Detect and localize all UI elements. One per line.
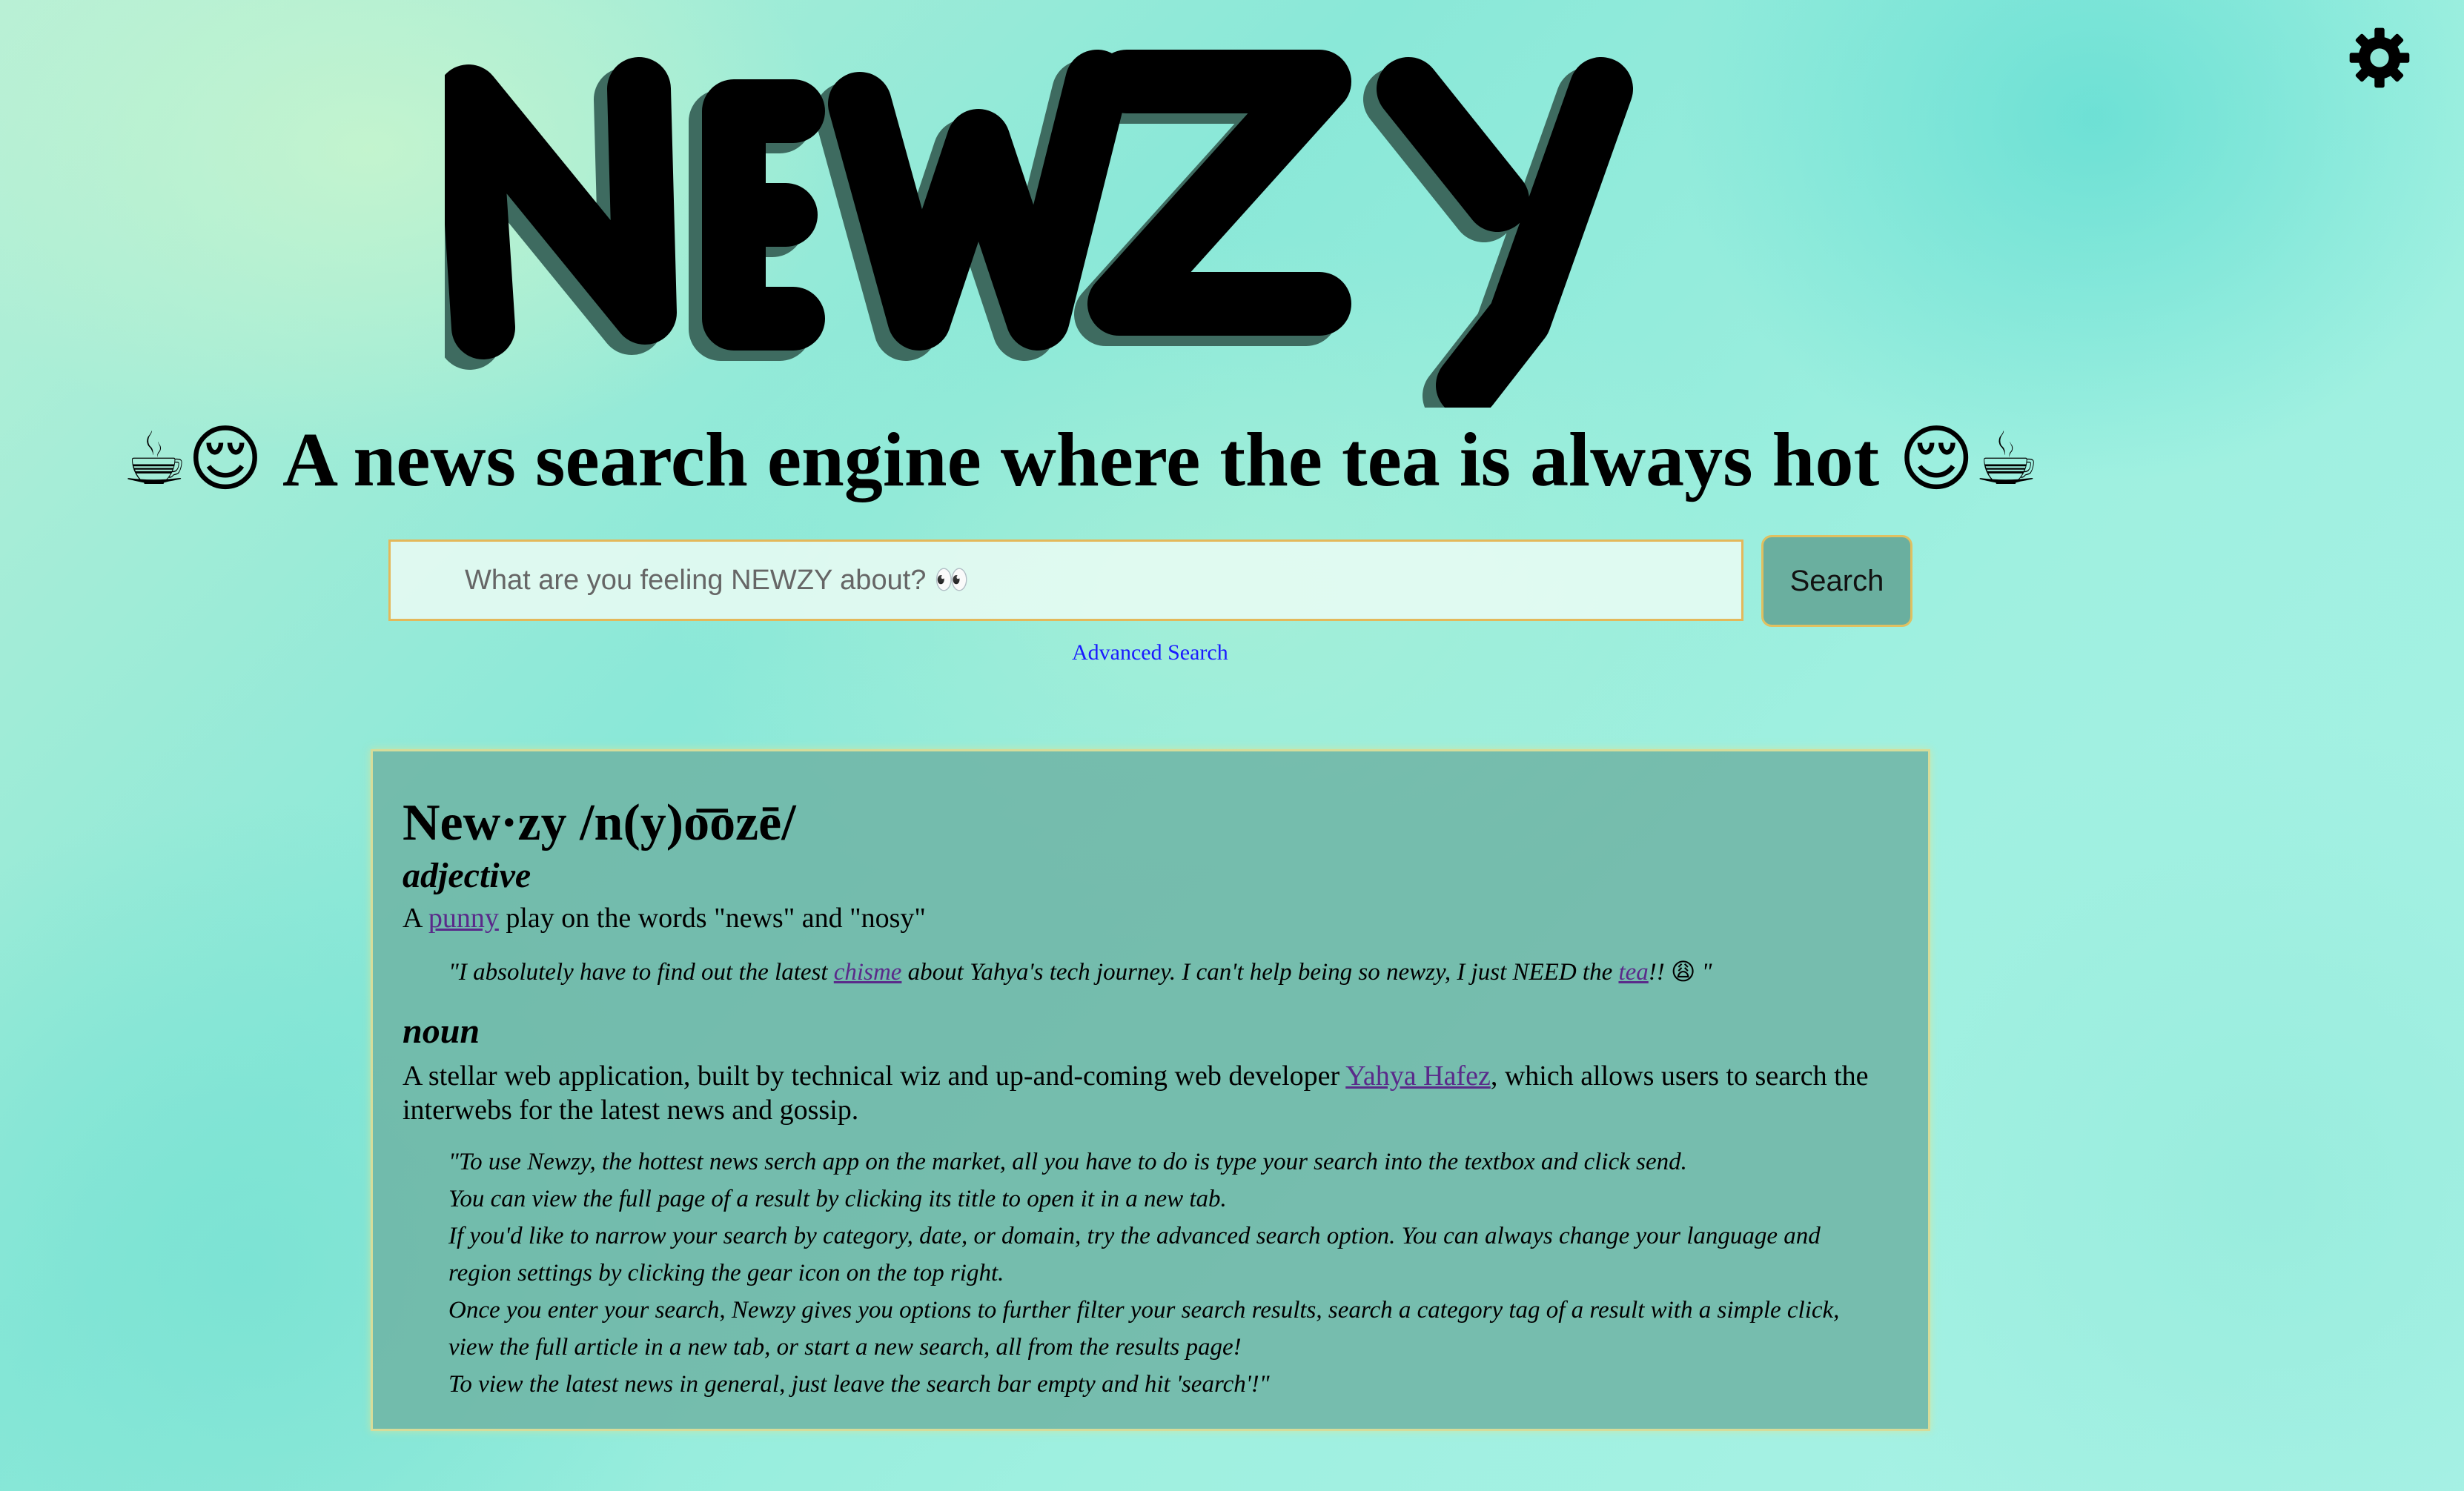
headword: New·zy /n(y)o͞ozē/	[403, 794, 796, 851]
quote-line: If you'd like to narrow your search by c…	[448, 1222, 1821, 1249]
quote-end: "	[1695, 959, 1712, 986]
quote-line: region settings by clicking the gear ico…	[448, 1259, 1004, 1286]
quote-line: "To use Newzy, the hottest news serch ap…	[448, 1148, 1687, 1175]
tagline: ☕😌 A news search engine where the tea is…	[122, 404, 2198, 515]
quote-line: Once you enter your search, Newzy gives …	[448, 1296, 1840, 1324]
adjective-example-quote: "I absolutely have to find out the lates…	[448, 953, 1898, 991]
quote-part-2: about Yahya's tech journey. I can't help…	[901, 959, 1619, 986]
settings-gear-icon[interactable]	[2348, 27, 2411, 89]
yahya-hafez-link[interactable]: Yahya Hafez	[1345, 1060, 1491, 1092]
newzy-logo	[445, 50, 1633, 408]
pos-noun: noun	[403, 1012, 480, 1052]
search-button[interactable]: Search	[1761, 535, 1912, 627]
quote-part-1: "I absolutely have to find out the lates…	[448, 959, 834, 986]
quote-part-3: !!	[1648, 959, 1672, 986]
noun-example-quote: "To use Newzy, the hottest news serch ap…	[448, 1143, 1916, 1403]
pos-adjective: adjective	[403, 856, 531, 895]
advanced-search-link[interactable]: Advanced Search	[1072, 640, 1228, 665]
quote-line: You can view the full page of a result b…	[448, 1185, 1227, 1212]
search-input[interactable]	[388, 539, 1743, 621]
punny-link[interactable]: punny	[428, 903, 499, 934]
definition-card: New·zy /n(y)o͞ozē/ adjective A punny pla…	[371, 749, 1930, 1431]
adjective-def-suffix: play on the words "news" and "nosy"	[498, 902, 926, 934]
noun-definition: A stellar web application, built by tech…	[403, 1059, 1885, 1127]
tea-link[interactable]: tea	[1618, 959, 1648, 986]
tagline-left-emojis: ☕😌	[122, 417, 264, 502]
tagline-right-emojis: 😌☕	[1898, 417, 2040, 502]
quote-line: view the full article in a new tab, or s…	[448, 1333, 1242, 1361]
chisme-link[interactable]: chisme	[834, 959, 902, 986]
adjective-definition: A punny play on the words "news" and "no…	[403, 902, 1898, 936]
quote-line: To view the latest news in general, just…	[448, 1370, 1270, 1398]
tagline-text: A news search engine where the tea is al…	[282, 416, 1880, 502]
adjective-def-prefix: A	[403, 902, 428, 934]
noun-def-prefix: A stellar web application, built by tech…	[403, 1060, 1346, 1092]
weary-face-emoji: 😩	[1671, 957, 1696, 986]
